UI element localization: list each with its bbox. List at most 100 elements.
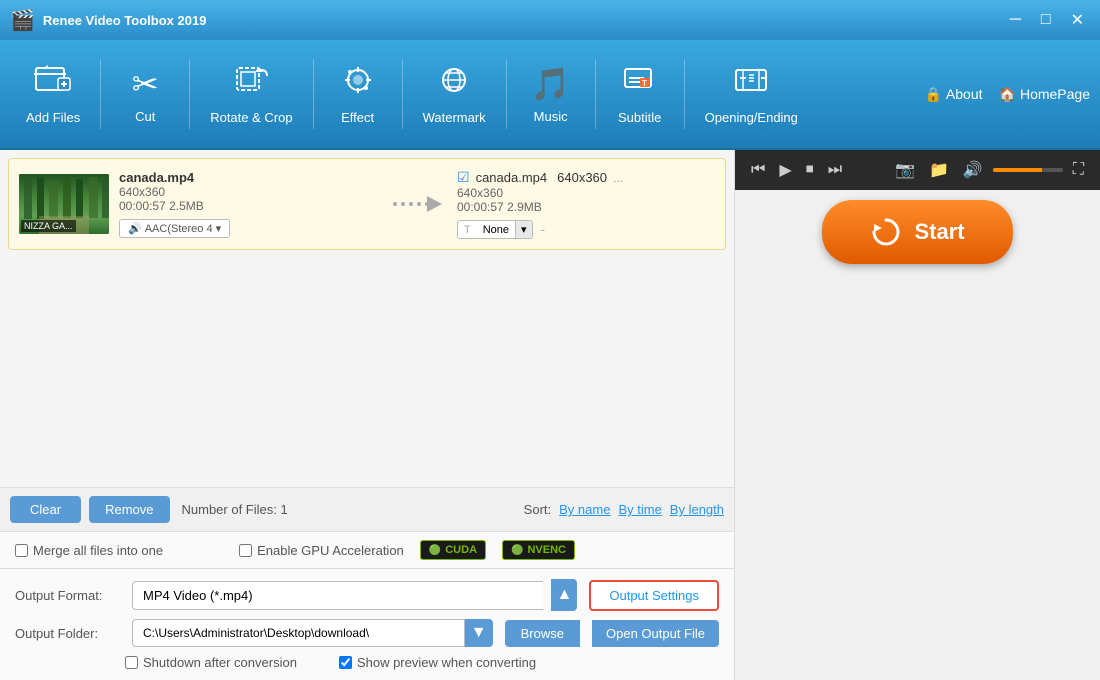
- play-pause-button[interactable]: ▶: [775, 158, 795, 182]
- folder-input[interactable]: [132, 619, 465, 647]
- app-logo: 🎬: [10, 8, 35, 33]
- shutdown-preview-row: Shutdown after conversion Show preview w…: [15, 655, 719, 670]
- toolbar-divider-5: [506, 59, 507, 129]
- shutdown-checkbox-label[interactable]: Shutdown after conversion: [125, 655, 297, 670]
- folder-button[interactable]: 📁: [925, 158, 953, 182]
- homepage-link[interactable]: 🏠 HomePage: [999, 86, 1090, 103]
- settings-panel: Output Format: ▲ Output Settings Output …: [0, 568, 734, 680]
- preview-checkbox[interactable]: [339, 656, 352, 669]
- merge-checkbox[interactable]: [15, 544, 28, 557]
- file-output-duration: 00:00:57 2.9MB: [457, 200, 715, 214]
- watermark-icon: [436, 64, 472, 104]
- subtitle-icon-small: T: [458, 222, 477, 238]
- toolbar-effect-label: Effect: [341, 110, 374, 125]
- file-controls: 🔊 AAC(Stereo 4 ▾: [119, 219, 377, 238]
- audio-icon: 🔊: [128, 222, 142, 235]
- output-folder-label: Output Folder:: [15, 626, 120, 641]
- refresh-icon: [870, 216, 902, 248]
- toolbar-cut-label: Cut: [135, 109, 155, 124]
- thumbnail-label: NIZZA GA...: [21, 220, 76, 232]
- video-panel: 11:30AM NIZZA GA... ⏮ ▶ ⏹ ⏭ 📷 📁 �: [735, 150, 1100, 190]
- maximize-button[interactable]: □: [1035, 9, 1057, 31]
- folder-dropdown-button[interactable]: ▼: [465, 619, 493, 647]
- toolbar-divider-2: [189, 59, 190, 129]
- subtitle-icon: T: [622, 64, 658, 104]
- file-output-info: ☑ canada.mp4 640x360 ... 640x360 00:00:5…: [457, 169, 715, 239]
- toolbar-add-files-label: Add Files: [26, 110, 80, 125]
- sort-by-name[interactable]: By name: [559, 502, 610, 517]
- audio-chevron: ▾: [216, 222, 222, 235]
- camera-button[interactable]: 📷: [891, 158, 919, 182]
- app-title: Renee Video Toolbox 2019: [43, 13, 1004, 28]
- cuda-logo: 🟢: [429, 545, 441, 556]
- folder-input-wrapper: ▼: [132, 619, 493, 647]
- subtitle-select[interactable]: T None ▾: [457, 220, 533, 239]
- check-icon: ☑: [457, 169, 470, 186]
- main-content: NIZZA GA... canada.mp4 640x360 00:00:57 …: [0, 150, 1100, 680]
- folder-row: Output Folder: ▼ Browse Open Output File: [15, 619, 719, 647]
- close-button[interactable]: ✕: [1065, 8, 1090, 32]
- output-format-input[interactable]: [132, 581, 543, 610]
- file-output-controls: T None ▾ -: [457, 220, 715, 239]
- volume-slider[interactable]: [993, 168, 1063, 172]
- gpu-checkbox-label[interactable]: Enable GPU Acceleration: [239, 543, 404, 558]
- lock-icon: 🔒: [924, 86, 941, 103]
- toolbar-watermark[interactable]: Watermark: [407, 49, 502, 139]
- toolbar-music-label: Music: [534, 109, 568, 124]
- file-output-dims: 640x360: [457, 186, 715, 200]
- bottom-controls: Clear Remove Number of Files: 1 Sort: By…: [0, 487, 734, 531]
- toolbar-divider-4: [402, 59, 403, 129]
- file-thumbnail: NIZZA GA...: [19, 174, 109, 234]
- start-area: Start: [735, 190, 1100, 274]
- toolbar-divider-6: [595, 59, 596, 129]
- gpu-checkbox[interactable]: [239, 544, 252, 557]
- toolbar-cut[interactable]: ✂ Cut: [105, 49, 185, 139]
- toolbar-opening-ending[interactable]: Opening/Ending: [689, 49, 814, 139]
- toolbar-rotate-crop[interactable]: Rotate & Crop: [194, 49, 308, 139]
- titlebar: 🎬 Renee Video Toolbox 2019 ─ □ ✕: [0, 0, 1100, 40]
- output-format-label: Output Format:: [15, 588, 120, 603]
- preview-checkbox-label[interactable]: Show preview when converting: [339, 655, 536, 670]
- merge-checkbox-label[interactable]: Merge all files into one: [15, 543, 163, 558]
- skip-forward-button[interactable]: ⏭: [824, 159, 846, 181]
- format-row: Output Format: ▲ Output Settings: [15, 579, 719, 611]
- output-settings-button[interactable]: Output Settings: [589, 580, 719, 611]
- shutdown-checkbox[interactable]: [125, 656, 138, 669]
- open-output-button[interactable]: Open Output File: [592, 620, 719, 647]
- toolbar-rotate-crop-label: Rotate & Crop: [210, 110, 292, 125]
- toolbar-subtitle-label: Subtitle: [618, 110, 661, 125]
- cuda-badge[interactable]: 🟢 CUDA: [420, 540, 486, 560]
- toolbar-divider-1: [100, 59, 101, 129]
- file-dims: 640x360: [119, 185, 377, 199]
- about-link[interactable]: 🔒 About: [924, 86, 982, 103]
- clear-button[interactable]: Clear: [10, 496, 81, 523]
- subtitle-arrow: ▾: [515, 221, 532, 238]
- minimize-button[interactable]: ─: [1004, 9, 1027, 31]
- effect-icon: [340, 64, 376, 104]
- arrow-area: [387, 192, 447, 216]
- sort-by-length[interactable]: By length: [670, 502, 724, 517]
- music-icon: 🎵: [531, 65, 571, 103]
- toolbar-watermark-label: Watermark: [423, 110, 486, 125]
- toolbar-subtitle[interactable]: T Subtitle: [600, 49, 680, 139]
- merge-gpu-row: Merge all files into one Enable GPU Acce…: [0, 531, 734, 568]
- format-dropdown-button[interactable]: ▲: [551, 579, 577, 611]
- toolbar-add-files[interactable]: Add Files: [10, 49, 96, 139]
- toolbar-music[interactable]: 🎵 Music: [511, 49, 591, 139]
- right-side: 11:30AM NIZZA GA... ⏮ ▶ ⏹ ⏭ 📷 📁 �: [735, 150, 1100, 680]
- nvenc-logo: 🟢: [511, 545, 523, 556]
- toolbar-effect[interactable]: Effect: [318, 49, 398, 139]
- audio-select[interactable]: 🔊 AAC(Stereo 4 ▾: [119, 219, 230, 238]
- browse-button[interactable]: Browse: [505, 620, 580, 647]
- cut-icon: ✂: [132, 65, 159, 103]
- toolbar-divider-7: [684, 59, 685, 129]
- skip-back-button[interactable]: ⏮: [747, 159, 769, 181]
- sort-by-time[interactable]: By time: [618, 502, 661, 517]
- stop-button[interactable]: ⏹: [802, 159, 818, 181]
- toolbar-right: 🔒 About 🏠 HomePage: [924, 86, 1090, 103]
- fullscreen-button[interactable]: ⛶: [1069, 159, 1088, 181]
- start-button[interactable]: Start: [822, 200, 1012, 264]
- remove-button[interactable]: Remove: [89, 496, 169, 523]
- home-icon: 🏠: [999, 86, 1016, 103]
- nvenc-badge[interactable]: 🟢 NVENC: [502, 540, 575, 560]
